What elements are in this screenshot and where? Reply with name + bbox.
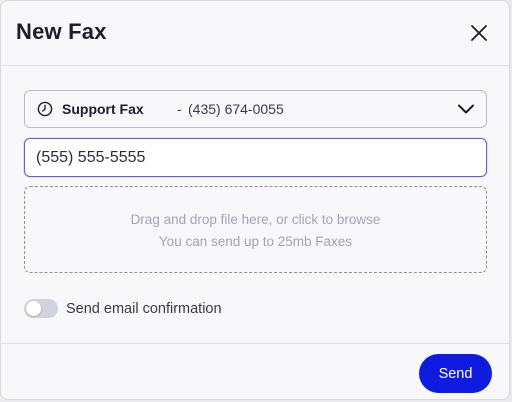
send-button[interactable]: Send [419, 354, 492, 393]
close-icon[interactable] [469, 23, 489, 43]
chevron-down-icon [458, 104, 474, 114]
dropzone-size-limit: You can send up to 25mb Faxes [158, 234, 353, 249]
dialog-header: New Fax [1, 1, 509, 66]
dialog-title: New Fax [16, 19, 107, 44]
recipient-fax-input[interactable] [24, 138, 487, 177]
dropzone-instructions: Drag and drop file here, or click to bro… [130, 212, 381, 227]
clock-icon [37, 101, 53, 117]
email-confirmation-toggle[interactable] [24, 299, 58, 318]
fax-line-separator: - [177, 101, 182, 117]
new-fax-dialog: New Fax Support Fax - (435) 674-0055 Dra… [0, 0, 510, 400]
email-confirmation-label: Send email confirmation [66, 301, 222, 317]
fax-line-select[interactable]: Support Fax - (435) 674-0055 [24, 90, 487, 128]
fax-line-number: (435) 674-0055 [188, 101, 284, 117]
file-dropzone[interactable]: Drag and drop file here, or click to bro… [24, 186, 487, 273]
toggle-knob [26, 301, 41, 316]
fax-line-name: Support Fax [62, 101, 144, 117]
